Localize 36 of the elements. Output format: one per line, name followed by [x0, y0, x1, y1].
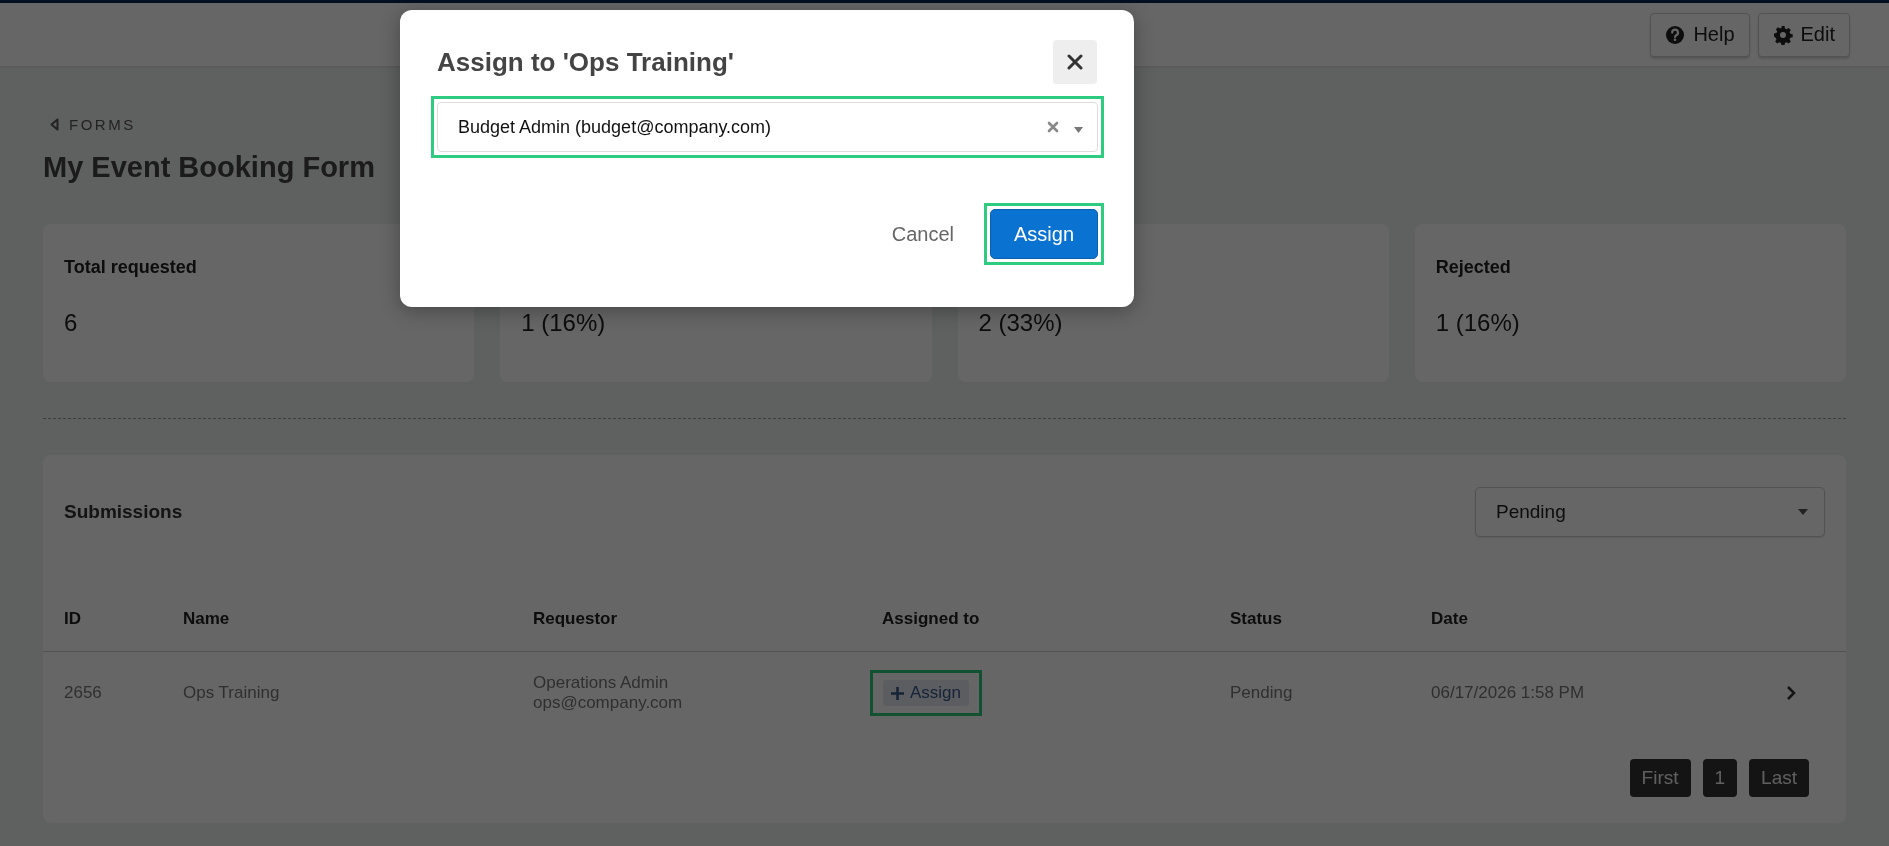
stat-label: Rejected	[1435, 257, 1511, 277]
status-filter-dropdown[interactable]: Pending	[1475, 487, 1825, 537]
assign-button[interactable]: Assign	[989, 209, 1098, 259]
chevron-right-icon[interactable]	[1786, 685, 1796, 701]
column-header: ID	[64, 609, 82, 629]
column-header: Status	[1230, 609, 1283, 629]
modal-title: Assign to 'Ops Training'	[437, 46, 734, 78]
column-header: Assigned to	[882, 609, 981, 629]
stat-label: Total requested	[64, 257, 197, 277]
pagination-button[interactable]: Last	[1749, 759, 1809, 797]
column-header: Requestor	[533, 609, 619, 629]
breadcrumb-link[interactable]: FORMS	[69, 116, 136, 133]
stat-value: 2 (33%)	[978, 309, 1064, 337]
stat-value: 6	[64, 309, 79, 337]
clear-icon[interactable]	[1047, 121, 1059, 133]
back-caret-icon	[50, 118, 59, 131]
stat-value: 1 (16%)	[1435, 309, 1521, 337]
dropdown-caret-icon[interactable]	[1074, 127, 1083, 133]
settings-icon	[1773, 25, 1793, 45]
column-header: Date	[1431, 609, 1469, 629]
close-icon	[1067, 54, 1083, 70]
assign-button[interactable]: Assign	[883, 680, 970, 706]
pagination-button[interactable]: First	[1629, 759, 1691, 797]
close-button[interactable]	[1053, 40, 1097, 84]
dropdown-caret-icon	[1798, 509, 1808, 515]
help-button[interactable]: Help	[1650, 12, 1750, 57]
plus-icon	[891, 686, 904, 700]
stat-value: 1 (16%)	[521, 309, 607, 337]
card-title: Submissions	[64, 501, 183, 523]
column-header: Name	[183, 609, 231, 629]
pagination-button[interactable]: 1	[1702, 759, 1738, 797]
help-icon	[1666, 25, 1685, 44]
edit-button[interactable]: Edit	[1757, 12, 1850, 57]
page-title: My Event Booking Form	[43, 151, 376, 184]
cancel-button[interactable]: Cancel	[891, 222, 954, 246]
user-select-field[interactable]: Budget Admin (budget@company.com)	[437, 102, 1098, 152]
